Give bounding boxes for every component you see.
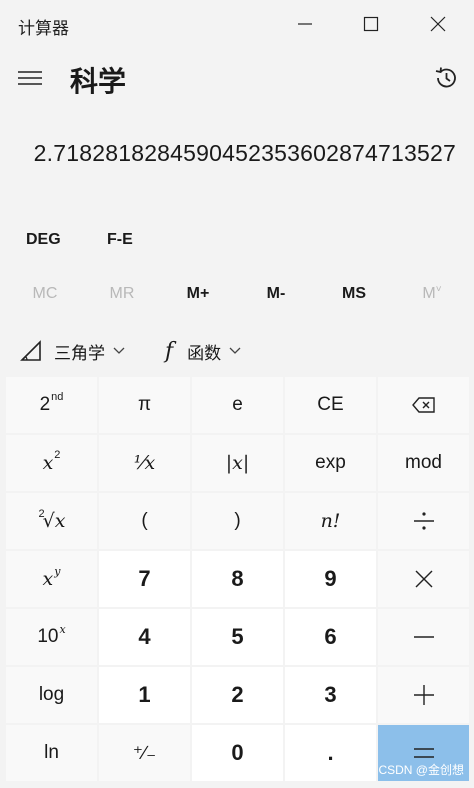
watermark: CSDN @金创想: [378, 763, 464, 777]
divide-icon: [413, 512, 434, 530]
navigation-menu-button[interactable]: [12, 62, 48, 94]
trigonometry-label: 三角学: [54, 343, 105, 363]
fe-notation-button[interactable]: F-E: [107, 222, 133, 258]
function-f-icon: f: [165, 338, 174, 364]
angle-unit-button[interactable]: DEG: [26, 222, 61, 258]
equals-icon: [413, 748, 434, 758]
log-button[interactable]: log: [6, 667, 97, 723]
second-function-button[interactable]: 2nd: [6, 377, 97, 433]
memory-list-label: M: [422, 285, 436, 302]
backspace-button[interactable]: [378, 377, 469, 433]
plus-icon: [413, 685, 434, 705]
decimal-button[interactable]: .: [285, 725, 376, 781]
minimize-button[interactable]: [272, 0, 338, 48]
exp-button[interactable]: exp: [285, 435, 376, 491]
add-button[interactable]: [378, 667, 469, 723]
ten-power-button[interactable]: 10 x: [6, 609, 97, 665]
memory-row: MC MR M+ M- MS M˅: [0, 276, 474, 312]
calculator-mode-title: 科学: [70, 66, 127, 97]
factorial-button[interactable]: n!: [285, 493, 376, 549]
close-button[interactable]: [405, 0, 471, 48]
result-display: 2.7182818284590452353602874713527: [33, 140, 456, 166]
left-paren-button[interactable]: (: [99, 493, 190, 549]
digit-3-button[interactable]: 3: [285, 667, 376, 723]
memory-add-button[interactable]: M+: [158, 276, 238, 312]
divide-button[interactable]: [378, 493, 469, 549]
close-icon: [430, 16, 446, 32]
mode-row: DEG F-E: [0, 222, 474, 258]
clear-entry-button[interactable]: CE: [285, 377, 376, 433]
digit-2-button[interactable]: 2: [192, 667, 283, 723]
minimize-icon: [298, 23, 312, 25]
chevron-down-icon: [229, 347, 241, 354]
hamburger-icon: [18, 71, 42, 85]
digit-7-button[interactable]: 7: [99, 551, 190, 607]
history-icon: [435, 67, 456, 88]
chevron-down-icon: [113, 347, 125, 354]
digit-1-button[interactable]: 1: [99, 667, 190, 723]
memory-clear-button[interactable]: MC: [5, 276, 85, 312]
trigonometry-dropdown[interactable]: 三角学: [20, 332, 125, 370]
memory-list-button[interactable]: M˅: [392, 276, 472, 312]
app-title: 计算器: [18, 19, 69, 38]
pi-button[interactable]: π: [99, 377, 190, 433]
euler-button[interactable]: e: [192, 377, 283, 433]
digit-5-button[interactable]: 5: [192, 609, 283, 665]
minus-icon: [413, 636, 434, 638]
header: 科学: [0, 48, 474, 108]
absolute-value-button[interactable]: |x|: [192, 435, 283, 491]
function-label: 函数: [187, 343, 222, 363]
reciprocal-button[interactable]: ¹⁄x: [99, 435, 190, 491]
square-root-button[interactable]: 2 √x: [6, 493, 97, 549]
digit-6-button[interactable]: 6: [285, 609, 376, 665]
multiply-icon: [415, 570, 432, 588]
memory-store-button[interactable]: MS: [314, 276, 394, 312]
power-button[interactable]: xy: [6, 551, 97, 607]
mod-button[interactable]: mod: [378, 435, 469, 491]
negate-button[interactable]: ⁺∕₋: [99, 725, 190, 781]
triangle-icon: [20, 340, 41, 361]
backspace-icon: [411, 397, 435, 413]
multiply-button[interactable]: [378, 551, 469, 607]
maximize-button[interactable]: [338, 0, 404, 48]
keypad: 2nd π e CE x2 ¹⁄x |x| exp mod 2 √x ( ) n!…: [6, 377, 469, 781]
digit-8-button[interactable]: 8: [192, 551, 283, 607]
memory-recall-button[interactable]: MR: [82, 276, 162, 312]
square-button[interactable]: x2: [6, 435, 97, 491]
chevron-down-icon: ˅: [435, 284, 442, 295]
title-bar: 计算器: [0, 0, 474, 48]
right-paren-button[interactable]: ): [192, 493, 283, 549]
subtract-button[interactable]: [378, 609, 469, 665]
memory-subtract-button[interactable]: M-: [236, 276, 316, 312]
digit-0-button[interactable]: 0: [192, 725, 283, 781]
natural-log-button[interactable]: ln: [6, 725, 97, 781]
maximize-icon: [363, 16, 379, 32]
history-button[interactable]: [428, 62, 464, 94]
digit-9-button[interactable]: 9: [285, 551, 376, 607]
digit-4-button[interactable]: 4: [99, 609, 190, 665]
function-dropdown[interactable]: f 函数: [165, 332, 241, 370]
function-row: 三角学 f 函数: [0, 332, 474, 370]
